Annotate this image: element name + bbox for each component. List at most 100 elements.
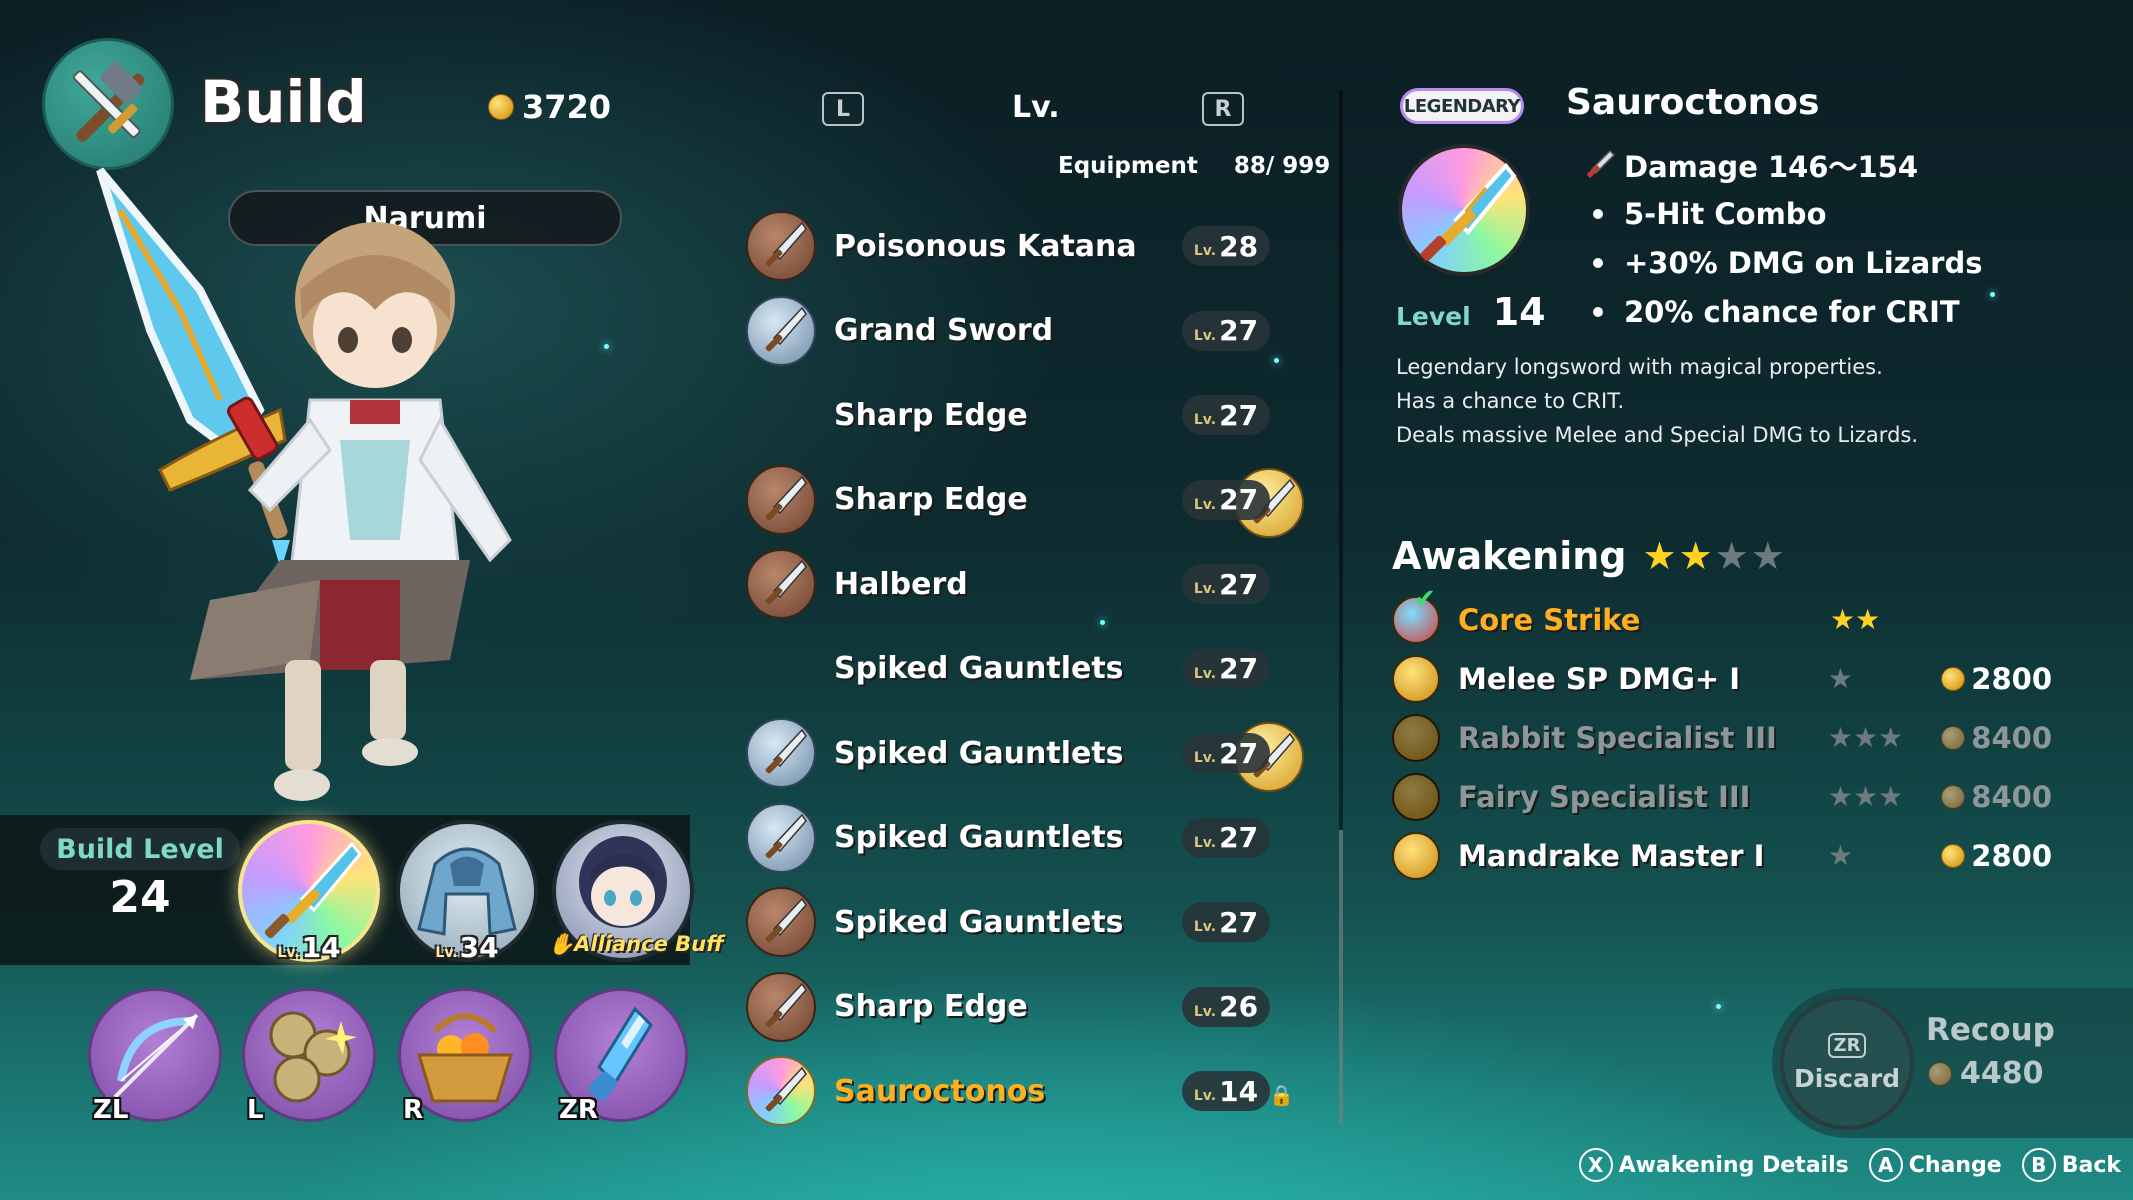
sparkle bbox=[1990, 292, 1995, 297]
armor-slot-level: Lv.34 bbox=[435, 931, 499, 964]
item-description: Legendary longsword with magical propert… bbox=[1396, 355, 1919, 447]
awakening-stars: ★ ★ ★ ★ bbox=[1643, 534, 1785, 578]
button-hints: X Awakening Details A Change B Back bbox=[1578, 1148, 2121, 1182]
equipment-name: Spiked Gauntlets bbox=[834, 735, 1124, 771]
equipment-row[interactable]: Halberd Lv. 27 bbox=[746, 542, 1276, 627]
skill-basket[interactable]: R bbox=[398, 988, 532, 1125]
rarity-badge: LEGENDARY bbox=[1400, 88, 1524, 124]
awakening-skill-icon bbox=[1392, 654, 1440, 703]
awakening-row[interactable]: Rabbit Specialist III ★★★ 8400 bbox=[1392, 708, 2052, 767]
weapon-icon bbox=[746, 802, 816, 873]
skill-bow[interactable]: ZL bbox=[88, 988, 222, 1125]
equipment-level: Lv. 27 bbox=[1182, 648, 1270, 689]
equipment-level: Lv. 27 bbox=[1182, 479, 1270, 520]
gold-counter: 3720 bbox=[488, 88, 611, 126]
star-filled-icon: ★ bbox=[1642, 534, 1677, 578]
equipment-row[interactable]: Sharp Edge Lv. 27 bbox=[746, 373, 1304, 539]
zr-button-icon: ZR bbox=[1827, 1033, 1867, 1058]
coin-icon bbox=[1928, 1061, 1952, 1086]
equipment-row[interactable]: Spiked Gauntlets Lv. 27 bbox=[746, 711, 1276, 796]
star-filled-icon: ★ bbox=[1678, 534, 1713, 578]
weapon-slot[interactable]: Lv.14 bbox=[238, 820, 380, 964]
awakening-skill-icon bbox=[1392, 831, 1440, 880]
awakening-star-rating: ★★ bbox=[1830, 603, 1940, 636]
equipment-name: Sharp Edge bbox=[834, 397, 1028, 433]
recoup-value: 4480 bbox=[1928, 1056, 2044, 1091]
equipment-row[interactable]: Sauroctonos Lv. 14 🔒 bbox=[746, 1049, 1294, 1134]
equipment-row[interactable]: Spiked Gauntlets Lv. 27 bbox=[746, 880, 1276, 965]
discard-button[interactable]: ZR Discard bbox=[1780, 996, 1914, 1130]
awakening-star-rating: ★★★ bbox=[1828, 721, 1937, 754]
awakening-row[interactable]: Fairy Specialist III ★★★ 8400 bbox=[1392, 767, 2052, 826]
stat-line: +30% DMG on Lizards bbox=[1572, 238, 1983, 287]
prev-sort-button[interactable]: L bbox=[822, 92, 864, 126]
next-sort-button[interactable]: R bbox=[1202, 92, 1244, 126]
stat-line: 20% chance for CRIT bbox=[1572, 287, 1983, 336]
star-icon: ★ bbox=[1853, 721, 1879, 754]
weapon-icon bbox=[746, 971, 816, 1042]
equipment-count-value: 88/ 999 bbox=[1233, 153, 1331, 179]
hand-icon: ✋ bbox=[548, 932, 575, 956]
equipment-name: Poisonous Katana bbox=[834, 228, 1137, 264]
awakening-skill-icon: ✔ bbox=[1392, 584, 1440, 644]
skill-key-l: L bbox=[247, 1095, 264, 1125]
star-empty-icon: ★ bbox=[1714, 534, 1749, 578]
equipment-row[interactable]: Poisonous Katana Lv. 28 bbox=[746, 204, 1276, 289]
awakening-name: Mandrake Master I bbox=[1458, 838, 1765, 873]
hint-change[interactable]: A Change bbox=[1868, 1148, 2002, 1182]
awakening-list: ✔ Core Strike ★★ Melee SP DMG+ I ★ 2800 … bbox=[1392, 584, 2052, 885]
awakening-name: Fairy Specialist III bbox=[1458, 779, 1751, 814]
equipment-name: Spiked Gauntlets bbox=[834, 820, 1124, 856]
skill-orbs[interactable]: L bbox=[242, 988, 376, 1125]
coin-icon bbox=[1941, 666, 1966, 691]
list-scrollbar[interactable] bbox=[1339, 830, 1343, 1125]
equipment-name: Grand Sword bbox=[834, 313, 1054, 349]
equipment-count: Equipment 88/ 999 bbox=[1058, 153, 1330, 179]
equipment-level: Lv. 27 bbox=[1182, 564, 1270, 605]
sword-damage-icon bbox=[1572, 147, 1624, 183]
weapon-icon bbox=[746, 1056, 816, 1127]
weapon-icon bbox=[746, 295, 816, 366]
star-icon: ★ bbox=[1827, 780, 1854, 813]
item-level-label: Level bbox=[1396, 302, 1471, 331]
skill-potion[interactable]: ZR bbox=[554, 988, 688, 1125]
equipment-name: Sharp Edge bbox=[834, 482, 1028, 518]
awakening-row[interactable]: ✔ Core Strike ★★ bbox=[1392, 584, 2052, 649]
awakening-star-rating: ★ bbox=[1828, 662, 1937, 695]
star-icon: ★ bbox=[1878, 780, 1904, 813]
coin-icon bbox=[1941, 784, 1966, 809]
gold-amount: 3720 bbox=[522, 88, 612, 126]
equipment-row[interactable]: Spiked Gauntlets Lv. 27 bbox=[746, 796, 1276, 881]
equipment-level: Lv. 14 bbox=[1182, 1071, 1270, 1112]
hint-awakening-details[interactable]: X Awakening Details bbox=[1578, 1148, 1849, 1182]
weapon-icon bbox=[746, 211, 816, 282]
equipment-level: Lv. 27 bbox=[1182, 817, 1270, 858]
awakening-cost: 2800 bbox=[1941, 839, 2052, 873]
alliance-buff-label: ✋Alliance Buff bbox=[548, 932, 724, 956]
equipment-row[interactable]: Sharp Edge Lv. 27 bbox=[746, 458, 1276, 543]
awakening-star-rating: ★ bbox=[1828, 839, 1937, 872]
armor-slot[interactable]: Lv.34 bbox=[396, 820, 538, 964]
build-hammer-icon bbox=[42, 38, 174, 170]
equipment-level: Lv. 27 bbox=[1182, 395, 1270, 436]
weapon-icon bbox=[746, 887, 816, 958]
build-level-label: Build Level bbox=[40, 828, 240, 870]
equipment-row[interactable]: Grand Sword Lv. 27 bbox=[746, 289, 1276, 374]
awakening-name: Rabbit Specialist III bbox=[1458, 720, 1777, 755]
weapon-slot-level: Lv.14 bbox=[277, 931, 341, 964]
equipment-name: Spiked Gauntlets bbox=[834, 651, 1124, 687]
equipment-row[interactable]: Sharp Edge Lv. 26 bbox=[746, 965, 1276, 1050]
awakening-row[interactable]: Mandrake Master I ★ 2800 bbox=[1392, 826, 2052, 885]
discard-label: Discard bbox=[1793, 1064, 1901, 1093]
equipment-level: Lv. 27 bbox=[1182, 310, 1270, 351]
item-level-value: 14 bbox=[1492, 290, 1546, 334]
coin-icon bbox=[488, 94, 514, 120]
awakening-cost: 8400 bbox=[1941, 721, 2052, 755]
orbs-icon bbox=[269, 1011, 357, 1103]
awakening-row[interactable]: Melee SP DMG+ I ★ 2800 bbox=[1392, 649, 2052, 708]
equipment-name: Halberd bbox=[834, 566, 968, 602]
awakening-cost: 2800 bbox=[1941, 662, 2052, 696]
x-button-icon: X bbox=[1578, 1148, 1613, 1182]
hint-back[interactable]: B Back bbox=[2021, 1148, 2121, 1182]
equipment-row[interactable]: Spiked Gauntlets Lv. 27 bbox=[746, 627, 1304, 792]
